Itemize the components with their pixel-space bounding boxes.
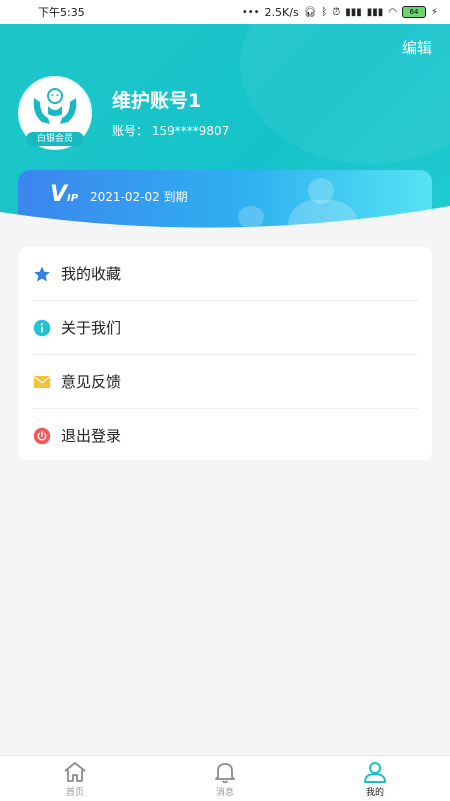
headphones-icon: 🎧︎ [303, 6, 317, 18]
star-icon [33, 265, 51, 283]
menu-item-about[interactable]: 关于我们 [33, 301, 418, 355]
avatar[interactable]: 白银会员 [18, 76, 92, 150]
menu-card: 我的收藏 关于我们 意见反馈 退出登录 [19, 247, 432, 460]
tab-label: 消息 [215, 787, 234, 798]
profile-header: 编辑 白银会员 维护账号1 账号： 159****9807 VIP 2021-0… [0, 24, 450, 229]
menu-label: 意见反馈 [61, 373, 122, 391]
status-bar: 下午5:35 ••• 2.5K/s 🎧︎ ᛒ ⏰︎ ▮▮▮ ▮▮▮ ◠ 64 ⚡… [0, 0, 450, 24]
signal-icon: ▮▮▮ [345, 6, 362, 18]
tab-home[interactable]: 首页 [25, 760, 125, 798]
alarm-icon: ⏰︎ [332, 6, 341, 18]
menu-label: 关于我们 [61, 319, 122, 337]
network-speed: 2.5K/s [264, 5, 299, 19]
username: 维护账号1 [112, 90, 202, 112]
baby-hands-icon [33, 88, 77, 124]
menu-item-favorites[interactable]: 我的收藏 [33, 247, 418, 301]
header-wave [0, 206, 450, 229]
tab-label: 我的 [365, 787, 384, 798]
edit-button[interactable]: 编辑 [402, 37, 432, 58]
member-badge: 白银会员 [26, 132, 84, 146]
tab-label: 首页 [65, 787, 84, 798]
tab-mine[interactable]: 我的 [325, 760, 425, 798]
tab-messages[interactable]: 消息 [175, 760, 275, 798]
menu-item-feedback[interactable]: 意见反馈 [33, 355, 418, 409]
battery-icon: 64 [401, 6, 426, 18]
status-time: 下午5:35 [38, 6, 85, 19]
charging-icon: ⚡︎ [430, 6, 438, 18]
signal-icon-2: ▮▮▮ [366, 6, 384, 18]
account-line: 账号： 159****9807 [112, 122, 229, 139]
menu-label: 退出登录 [61, 427, 122, 445]
bottom-tabbar: 首页 消息 我的 [0, 755, 450, 801]
home-icon [64, 761, 86, 782]
status-icons: ••• 2.5K/s 🎧︎ ᛒ ⏰︎ ▮▮▮ ▮▮▮ ◠ 64 ⚡︎ [242, 6, 438, 19]
info-icon [33, 319, 51, 337]
wifi-icon: ◠ [388, 6, 397, 18]
envelope-icon [33, 373, 51, 391]
account-label: 账号： [112, 124, 149, 138]
power-icon [33, 427, 51, 445]
bell-icon [215, 762, 235, 783]
bluetooth-icon: ᛒ [321, 6, 328, 18]
user-icon [364, 761, 386, 783]
menu-label: 我的收藏 [61, 265, 122, 283]
menu-item-logout[interactable]: 退出登录 [33, 409, 418, 462]
account-number: 159****9807 [151, 124, 230, 138]
dots-icon: ••• [241, 6, 260, 18]
